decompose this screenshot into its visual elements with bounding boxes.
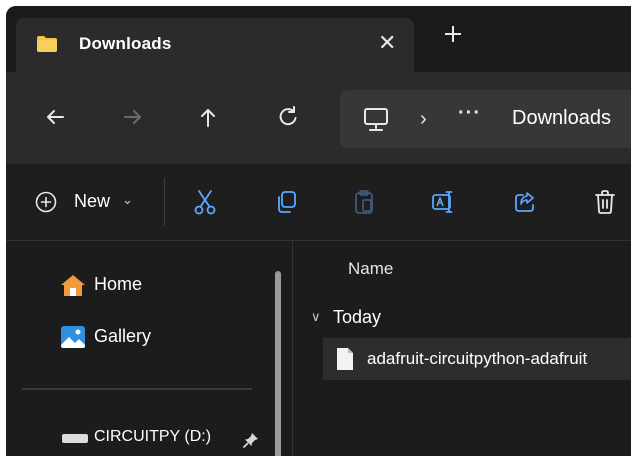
file-icon	[337, 348, 353, 370]
file-list: Name ∨ Today adafruit-circuitpython-adaf…	[293, 241, 631, 456]
tab-strip: Downloads ✕	[6, 6, 631, 74]
pin-icon	[243, 433, 258, 448]
this-pc-icon	[364, 108, 388, 131]
breadcrumb-current[interactable]: Downloads	[512, 107, 611, 130]
tab-title: Downloads	[79, 34, 172, 53]
divider	[164, 178, 165, 226]
copy-icon	[278, 191, 296, 213]
up-button[interactable]	[193, 102, 223, 132]
command-bar: New ⌄	[6, 164, 631, 240]
back-button[interactable]	[40, 102, 70, 132]
refresh-icon	[279, 106, 297, 126]
drive-icon	[62, 434, 88, 443]
gallery-icon	[61, 326, 85, 348]
cut-icon	[194, 190, 216, 215]
file-explorer-window: Downloads ✕ › ··· Downloads New ⌄ Home G…	[6, 6, 631, 456]
chevron-down-icon: ⌄	[122, 192, 133, 207]
add-circle-icon	[35, 191, 57, 213]
arrow-up-icon	[201, 109, 215, 127]
new-tab-icon[interactable]	[443, 24, 463, 44]
paste-button[interactable]	[351, 188, 377, 216]
group-label: Today	[333, 307, 382, 327]
breadcrumb-separator-icon[interactable]: ›	[420, 108, 427, 131]
arrow-right-icon	[124, 110, 141, 124]
cut-button[interactable]	[192, 188, 218, 216]
home-icon	[61, 275, 85, 296]
navigation-pane: Home Gallery CIRCUITPY (D:)	[6, 241, 292, 456]
delete-icon	[595, 190, 615, 214]
sidebar-scrollbar[interactable]	[275, 271, 281, 456]
delete-button[interactable]	[592, 188, 618, 216]
arrow-left-icon	[47, 110, 64, 124]
file-name: adafruit-circuitpython-adafruit	[367, 349, 588, 368]
folder-icon	[37, 36, 57, 52]
rename-icon	[432, 191, 453, 213]
share-button[interactable]	[512, 188, 538, 216]
file-row[interactable]: adafruit-circuitpython-adafruit	[323, 338, 631, 380]
tab-downloads[interactable]: Downloads ✕	[16, 18, 414, 74]
new-button-label: New	[74, 191, 111, 211]
breadcrumb-overflow-button[interactable]: ···	[458, 102, 481, 125]
column-header-name[interactable]: Name	[348, 259, 393, 279]
paste-icon	[355, 190, 373, 214]
chevron-down-icon: ∨	[311, 309, 321, 324]
navigation-bar: › ··· Downloads	[6, 72, 631, 164]
forward-button[interactable]	[118, 102, 148, 132]
copy-button[interactable]	[273, 188, 299, 216]
sidebar-item-label: Gallery	[94, 326, 152, 346]
share-icon	[515, 192, 534, 212]
close-tab-icon[interactable]: ✕	[378, 30, 396, 56]
divider	[22, 388, 252, 390]
sidebar-item-label: CIRCUITPY (D:)	[94, 428, 212, 445]
refresh-button[interactable]	[273, 102, 303, 132]
rename-button[interactable]	[430, 188, 456, 216]
sidebar-item-label: Home	[94, 274, 143, 294]
address-bar[interactable]: › ··· Downloads	[340, 90, 631, 148]
